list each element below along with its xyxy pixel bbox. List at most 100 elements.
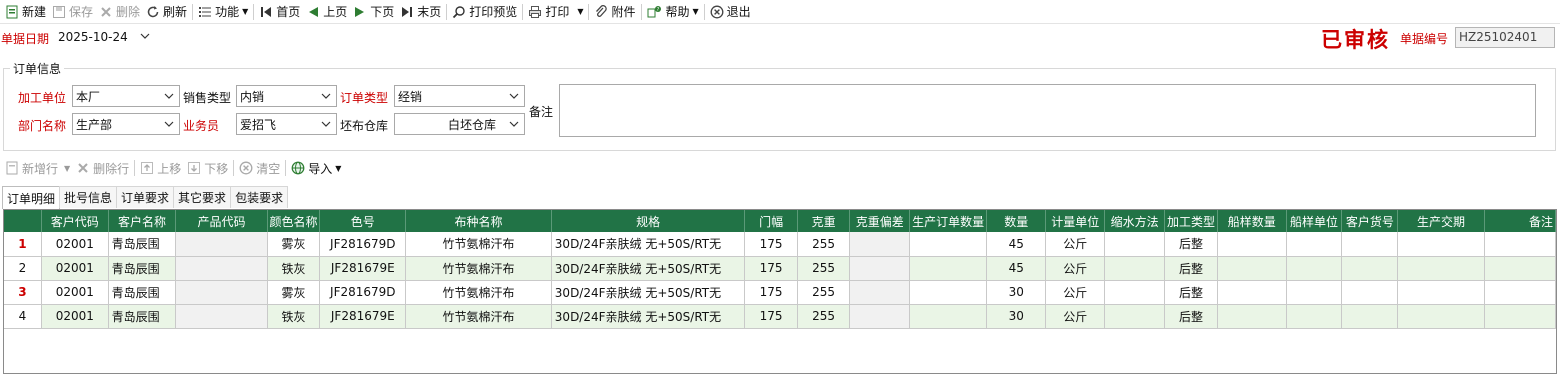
table-row[interactable]: 3 02001 青岛辰围 雾灰 JF281679D 竹节氨棉汗布 30D/24F亲肤绒 无+… [4, 280, 1556, 305]
table-cell[interactable]: 竹节氨棉汗布 [405, 304, 552, 329]
table-cell[interactable] [1484, 304, 1556, 329]
table-cell[interactable]: 铁灰 [267, 304, 321, 329]
last-page-button[interactable]: 末页 [397, 1, 444, 23]
column-header[interactable]: 布种名称 [405, 210, 552, 232]
table-cell[interactable]: 02001 [41, 280, 109, 305]
table-cell[interactable] [1397, 256, 1485, 281]
table-cell[interactable] [1484, 256, 1556, 281]
table-cell[interactable]: 255 [797, 232, 851, 257]
table-cell[interactable]: 竹节氨棉汗布 [405, 256, 552, 281]
table-cell[interactable]: 45 [986, 256, 1047, 281]
column-header[interactable]: 缩水方法 [1104, 210, 1166, 232]
remark-textarea[interactable] [559, 84, 1536, 137]
column-header[interactable]: 门幅 [744, 210, 798, 232]
order-type-select[interactable]: 经销 [394, 85, 525, 107]
table-cell[interactable]: 竹节氨棉汗布 [405, 232, 552, 257]
table-cell[interactable]: 255 [797, 256, 851, 281]
column-header[interactable]: 客户货号 [1341, 210, 1399, 232]
table-cell[interactable] [909, 232, 988, 257]
table-cell[interactable] [1217, 256, 1287, 281]
column-header[interactable]: 计量单位 [1045, 210, 1106, 232]
warehouse-select[interactable]: 白坯仓库 [394, 113, 525, 135]
table-cell[interactable]: 30D/24F亲肤绒 无+50S/RT无 [551, 256, 746, 281]
dept-select[interactable]: 生产部 [72, 113, 180, 135]
tab-batch-info[interactable]: 批号信息 [59, 186, 118, 208]
column-header[interactable]: 产品代码 [175, 210, 268, 232]
table-cell[interactable] [1397, 232, 1485, 257]
table-cell[interactable]: 公斤 [1045, 256, 1106, 281]
exit-button[interactable]: 退出 [707, 1, 754, 23]
table-cell[interactable]: 公斤 [1045, 280, 1106, 305]
table-cell[interactable]: 雾灰 [267, 232, 321, 257]
table-cell[interactable]: 255 [797, 280, 851, 305]
table-cell[interactable]: 后整 [1164, 256, 1218, 281]
table-cell[interactable] [1104, 304, 1166, 329]
table-cell[interactable]: 30 [986, 304, 1047, 329]
table-cell[interactable]: 后整 [1164, 280, 1218, 305]
table-cell[interactable] [1286, 280, 1343, 305]
row-number[interactable]: 1 [4, 232, 42, 257]
row-number[interactable]: 4 [4, 304, 42, 329]
clear-button[interactable]: 清空 [236, 157, 283, 179]
salesman-select[interactable]: 爱招飞 [236, 113, 337, 135]
table-cell[interactable] [1217, 280, 1287, 305]
table-cell[interactable]: 02001 [41, 232, 109, 257]
table-cell[interactable] [1104, 256, 1166, 281]
table-cell[interactable] [1397, 304, 1485, 329]
new-button[interactable]: 新建 [2, 1, 49, 23]
table-cell[interactable]: 雾灰 [267, 280, 321, 305]
save-button[interactable]: 保存 [49, 1, 96, 23]
sales-type-select[interactable]: 内销 [236, 85, 337, 107]
column-header[interactable]: 加工类型 [1164, 210, 1218, 232]
table-cell[interactable] [1484, 280, 1556, 305]
column-header[interactable]: 色号 [319, 210, 407, 232]
table-cell[interactable] [175, 232, 268, 257]
table-row[interactable]: 4 02001 青岛辰围 铁灰 JF281679E 竹节氨棉汗布 30D/24F亲肤绒 无+… [4, 304, 1556, 329]
table-cell[interactable]: 30D/24F亲肤绒 无+50S/RT无 [551, 304, 746, 329]
column-header[interactable]: 备注 [1484, 210, 1556, 232]
table-cell[interactable]: 青岛辰围 [108, 232, 177, 257]
table-cell[interactable]: 后整 [1164, 232, 1218, 257]
column-header[interactable]: 数量 [986, 210, 1047, 232]
table-cell[interactable]: 铁灰 [267, 256, 321, 281]
table-cell[interactable]: JF281679E [319, 256, 407, 281]
table-cell[interactable] [909, 280, 988, 305]
tab-packing-requirements[interactable]: 包装要求 [230, 186, 289, 208]
table-cell[interactable]: 青岛辰围 [108, 256, 177, 281]
table-cell[interactable] [175, 256, 268, 281]
table-cell[interactable] [1217, 232, 1287, 257]
tab-order-requirements[interactable]: 订单要求 [116, 186, 175, 208]
table-cell[interactable] [1341, 280, 1399, 305]
row-number[interactable]: 3 [4, 280, 42, 305]
refresh-button[interactable]: 刷新 [143, 1, 190, 23]
table-cell[interactable]: JF281679D [319, 232, 407, 257]
table-cell[interactable] [1397, 280, 1485, 305]
table-cell[interactable] [175, 280, 268, 305]
table-cell[interactable] [1286, 232, 1343, 257]
table-cell[interactable] [1104, 280, 1166, 305]
table-cell[interactable] [1286, 304, 1343, 329]
table-cell[interactable]: 青岛辰围 [108, 304, 177, 329]
first-page-button[interactable]: 首页 [256, 1, 303, 23]
column-header[interactable]: 规格 [551, 210, 746, 232]
table-cell[interactable]: 45 [986, 232, 1047, 257]
table-cell[interactable] [1341, 256, 1399, 281]
column-header[interactable]: 颜色名称 [267, 210, 321, 232]
table-cell[interactable] [1341, 304, 1399, 329]
attachment-button[interactable]: 附件 [591, 1, 638, 23]
row-number[interactable]: 2 [4, 256, 42, 281]
table-cell[interactable]: 255 [797, 304, 851, 329]
table-cell[interactable]: 175 [744, 232, 798, 257]
table-cell[interactable]: 30D/24F亲肤绒 无+50S/RT无 [551, 232, 746, 257]
table-cell[interactable]: 青岛辰围 [108, 280, 177, 305]
print-preview-button[interactable]: 打印预览 [449, 1, 520, 23]
table-cell[interactable]: JF281679E [319, 304, 407, 329]
prev-page-button[interactable]: 上页 [303, 1, 350, 23]
import-button[interactable]: 导入 ▼ [288, 157, 344, 179]
table-cell[interactable]: 175 [744, 304, 798, 329]
table-cell[interactable]: JF281679D [319, 280, 407, 305]
column-header[interactable]: 生产订单数量 [909, 210, 988, 232]
table-cell[interactable] [909, 304, 988, 329]
process-unit-select[interactable]: 本厂 [72, 85, 180, 107]
table-cell[interactable]: 公斤 [1045, 232, 1106, 257]
